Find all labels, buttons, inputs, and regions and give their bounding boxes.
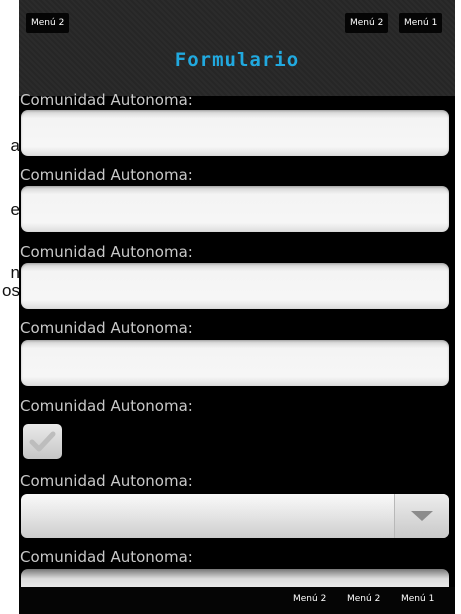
field-label: Comunidad Autonoma: bbox=[20, 548, 193, 566]
edge-text-fragment: e bbox=[10, 201, 20, 219]
edge-text-fragment: a bbox=[10, 137, 20, 155]
footer-bar: Menú 2 Menú 2 Menú 1 bbox=[19, 587, 455, 614]
footer-menu-2b[interactable]: Menú 2 bbox=[347, 594, 380, 604]
text-input-3[interactable] bbox=[21, 263, 449, 309]
field-label: Comunidad Autonoma: bbox=[20, 472, 193, 490]
checkbox[interactable] bbox=[23, 424, 62, 459]
dropdown-select[interactable] bbox=[21, 494, 449, 538]
dropdown-arrow-button[interactable] bbox=[394, 494, 449, 538]
text-input-1[interactable] bbox=[21, 110, 449, 156]
field-label: Comunidad Autonoma: bbox=[20, 243, 193, 261]
footer-menu-1[interactable]: Menú 1 bbox=[401, 594, 434, 604]
text-input-2[interactable] bbox=[21, 186, 449, 232]
field-label: Comunidad Autonoma: bbox=[20, 319, 193, 337]
menu-button-2[interactable]: Menú 2 bbox=[345, 13, 389, 33]
footer-menu-2a[interactable]: Menú 2 bbox=[293, 594, 326, 604]
checkmark-icon bbox=[29, 431, 56, 452]
text-input-4[interactable] bbox=[21, 340, 449, 386]
app-screen: Menú 2 Menú 2 Menú 1 Formulario Comunida… bbox=[19, 0, 455, 614]
menu-button-1[interactable]: Menú 1 bbox=[399, 13, 443, 33]
chevron-down-icon bbox=[411, 511, 433, 521]
field-label: Comunidad Autonoma: bbox=[20, 91, 193, 109]
edge-text-fragment: n bbox=[10, 264, 20, 282]
field-label: Comunidad Autonoma: bbox=[20, 166, 193, 184]
header-bar: Menú 2 Menú 2 Menú 1 Formulario bbox=[19, 0, 455, 96]
page-title: Formulario bbox=[174, 49, 300, 71]
field-label: Comunidad Autonoma: bbox=[20, 397, 193, 415]
menu-button-left[interactable]: Menú 2 bbox=[26, 13, 70, 33]
edge-text-fragment: os bbox=[2, 282, 20, 300]
